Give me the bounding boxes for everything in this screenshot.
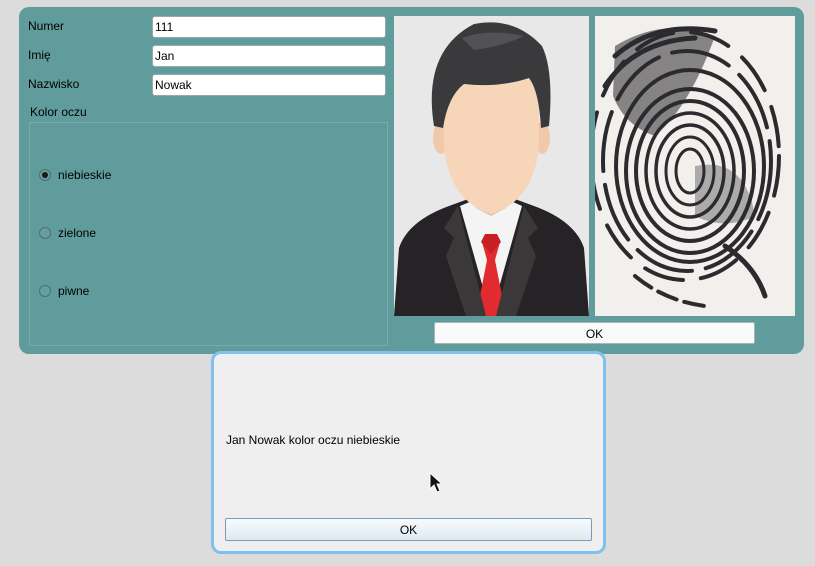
nazwisko-label: Nazwisko [28, 77, 80, 91]
fingerprint-icon [595, 16, 795, 316]
eye-color-group-title: Kolor oczu [30, 105, 87, 119]
nazwisko-field[interactable] [152, 74, 386, 96]
dialog-ok-button[interactable]: OK [225, 518, 592, 541]
radio-label-green: zielone [58, 226, 97, 240]
radio-option-brown[interactable]: piwne [39, 283, 89, 299]
dialog-message: Jan Nowak kolor oczu niebieskie [226, 433, 401, 447]
radio-option-blue[interactable]: niebieskie [39, 167, 111, 183]
message-dialog: Jan Nowak kolor oczu niebieskie OK [211, 351, 606, 554]
radio-label-brown: piwne [58, 284, 90, 298]
radio-button[interactable] [39, 285, 51, 297]
radio-button[interactable] [39, 227, 51, 239]
ok-button[interactable]: OK [434, 322, 755, 344]
mouse-cursor-icon [429, 472, 443, 493]
imie-field[interactable] [152, 45, 386, 67]
person-form-panel: Numer Imię Nazwisko Kolor oczu niebieski… [19, 7, 804, 354]
numer-field[interactable] [152, 16, 386, 38]
person-portrait-icon [394, 16, 589, 316]
radio-option-green[interactable]: zielone [39, 225, 96, 241]
radio-label-blue: niebieskie [58, 168, 112, 182]
imie-label: Imię [28, 48, 51, 62]
numer-label: Numer [28, 19, 65, 33]
radio-button-checked[interactable] [39, 169, 51, 181]
